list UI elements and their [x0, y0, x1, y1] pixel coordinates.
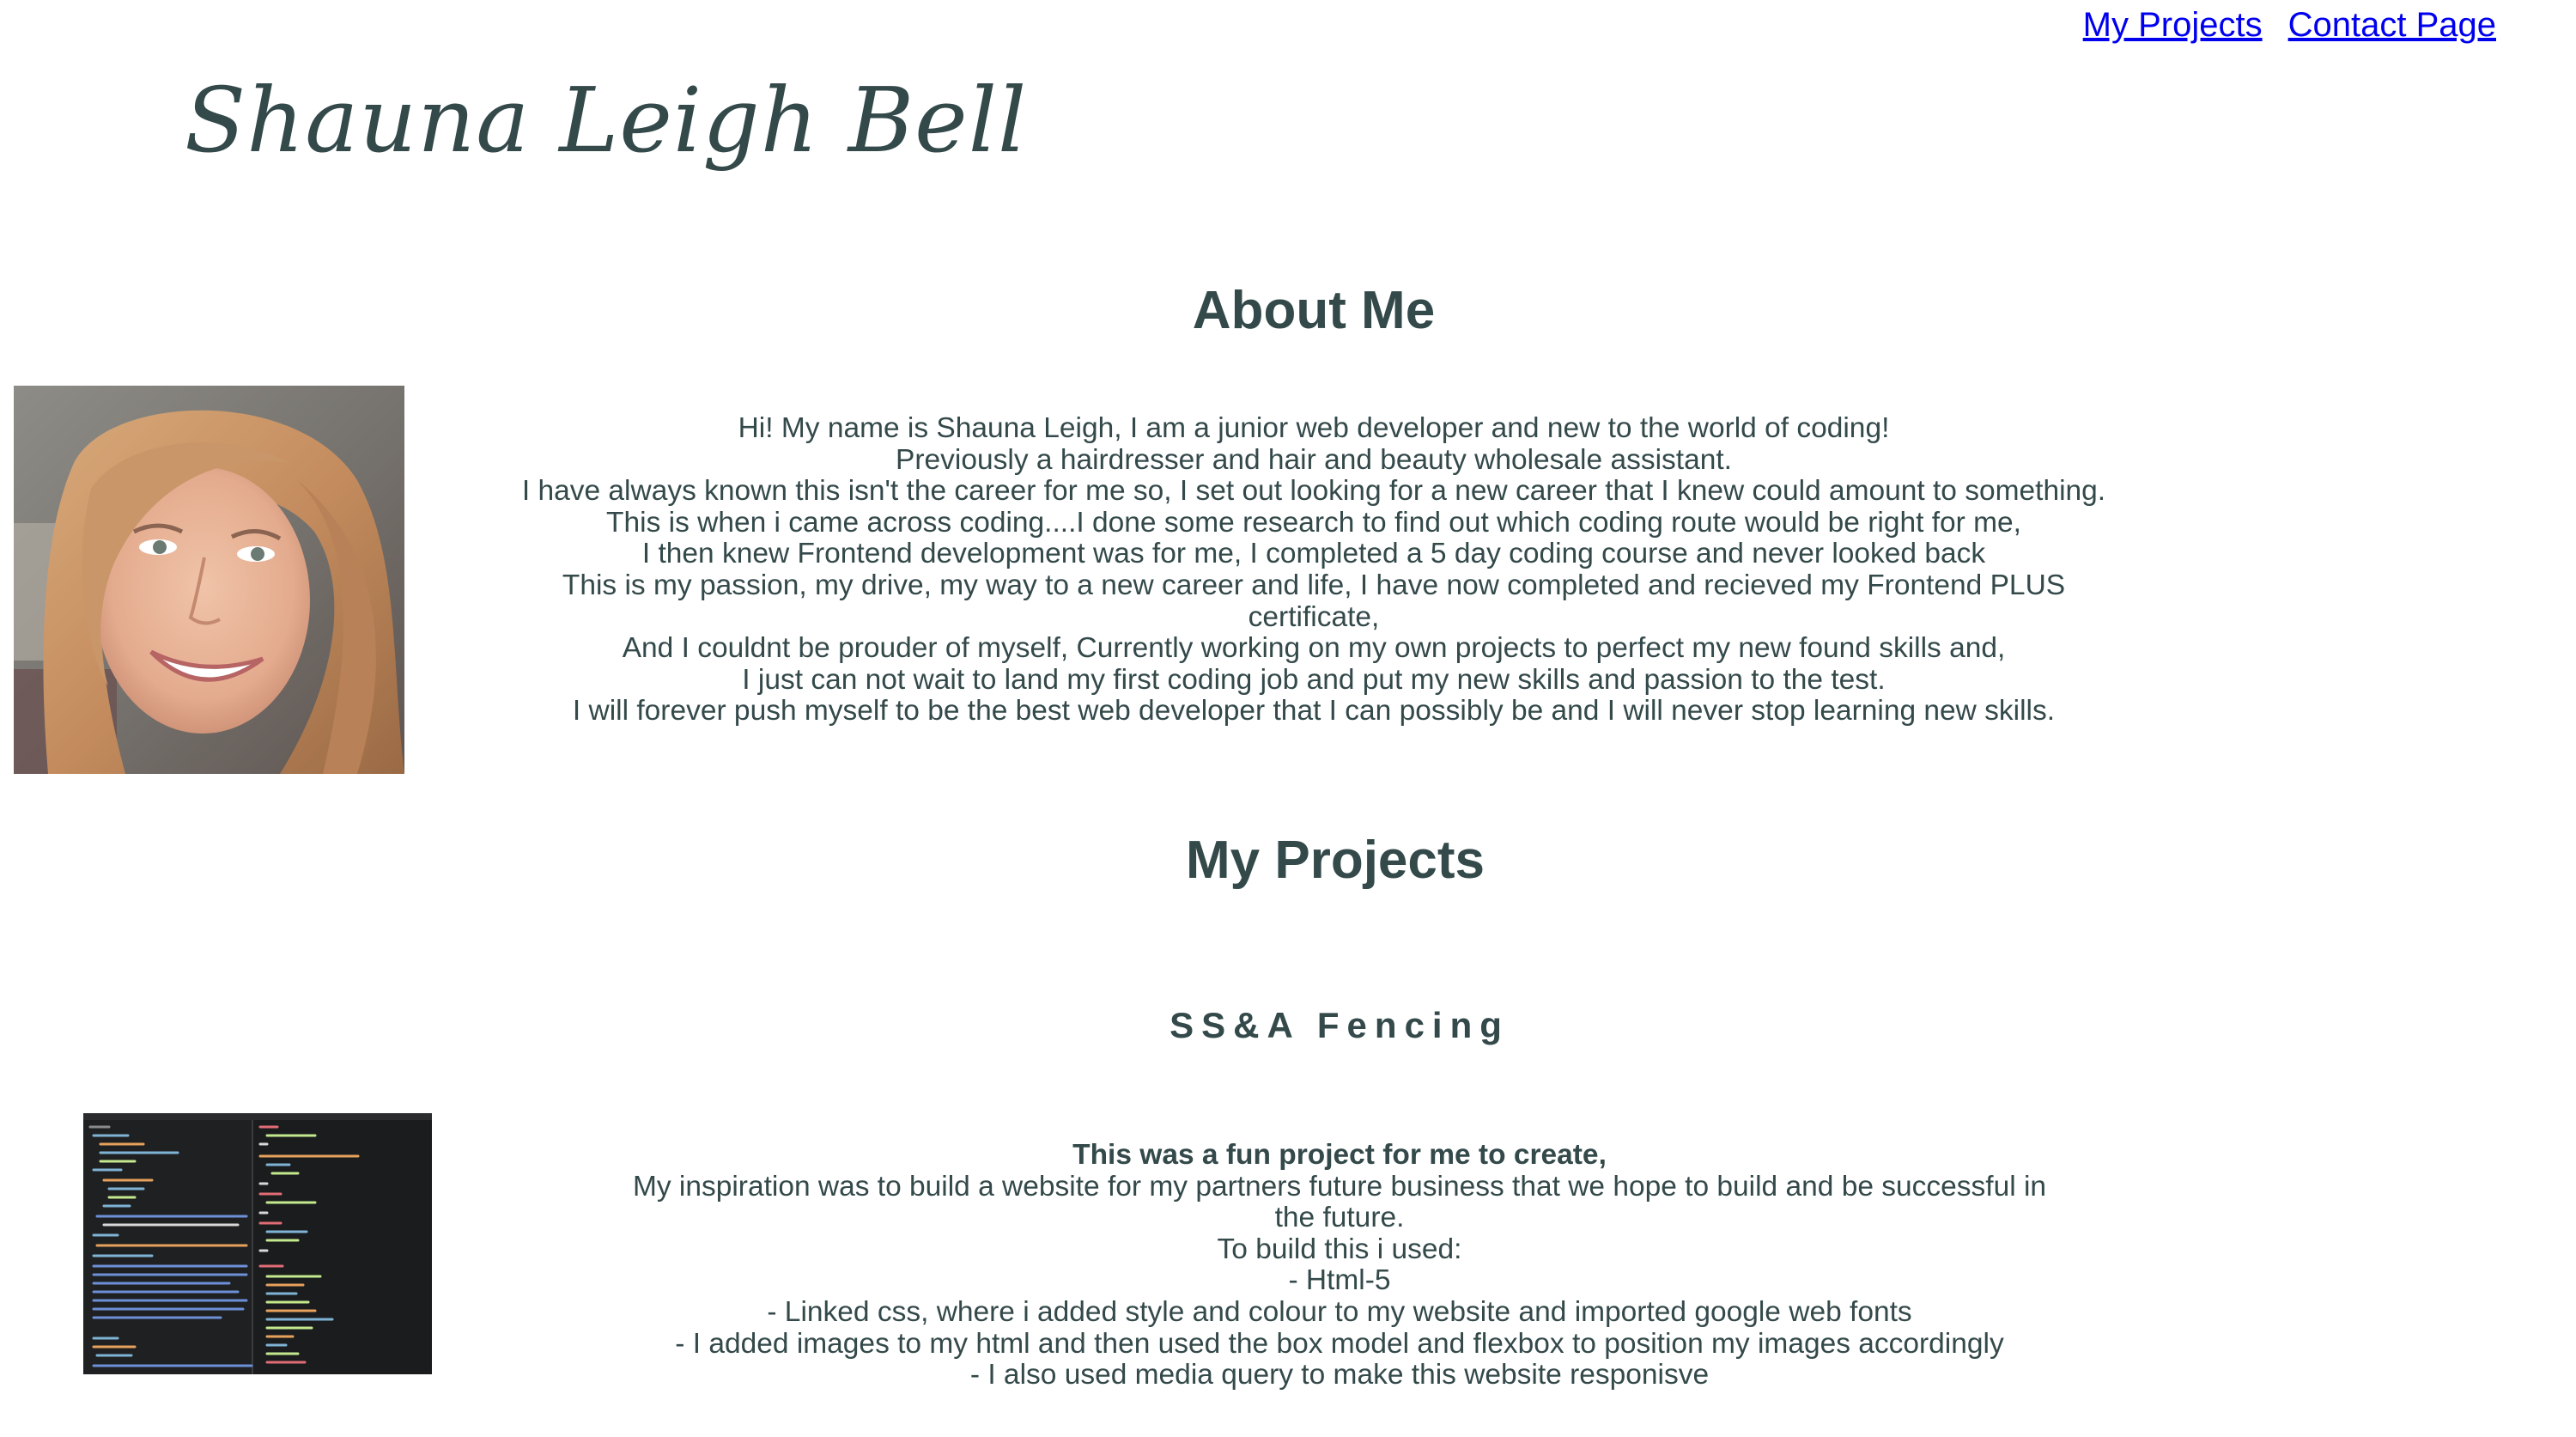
project-screenshot[interactable] — [83, 1113, 432, 1374]
project-line: My inspiration was to build a website fo… — [632, 1170, 2047, 1203]
about-line: And I couldnt be prouder of myself, Curr… — [622, 632, 2006, 665]
about-line: certificate, — [1248, 600, 1380, 633]
site-title: Shauna Leigh Bell — [185, 68, 1028, 173]
about-line: I then knew Frontend development was for… — [641, 538, 1986, 570]
project-line: the future. — [1274, 1202, 1405, 1234]
project-title: SS&A Fencing — [1170, 1005, 1510, 1045]
profile-photo — [14, 386, 404, 774]
project-lead: This was a fun project for me to create, — [1072, 1139, 1607, 1171]
nav-link-my-projects[interactable]: My Projects — [2083, 0, 2263, 50]
top-nav: My Projects Contact Page — [2083, 0, 2496, 50]
project-description: This was a fun project for me to create,… — [601, 1139, 2078, 1391]
projects-heading: My Projects — [1185, 831, 1485, 890]
about-line: I just can not wait to land my first cod… — [742, 663, 1886, 696]
about-text: Hi! My name is Shauna Leigh, I am a juni… — [507, 412, 2121, 728]
project-line: - I added images to my html and then use… — [675, 1327, 2004, 1360]
about-heading: About Me — [1192, 281, 1436, 340]
project-line: - I also used media query to make this w… — [969, 1359, 1710, 1391]
about-line: I have always known this isn't the caree… — [521, 475, 2106, 508]
about-line: This is when i came across coding....I d… — [606, 506, 2021, 539]
nav-link-contact-page[interactable]: Contact Page — [2288, 0, 2496, 50]
project-line: - Linked css, where i added style and co… — [767, 1295, 1912, 1328]
about-line: Previously a hairdresser and hair and be… — [896, 443, 1732, 476]
about-line: This is my passion, my drive, my way to … — [562, 569, 2066, 601]
about-line: I will forever push myself to be the bes… — [572, 695, 2056, 728]
project-line: To build this i used: — [1217, 1233, 1462, 1265]
project-line: - Html-5 — [1288, 1264, 1391, 1297]
about-line: Hi! My name is Shauna Leigh, I am a juni… — [738, 412, 1890, 444]
